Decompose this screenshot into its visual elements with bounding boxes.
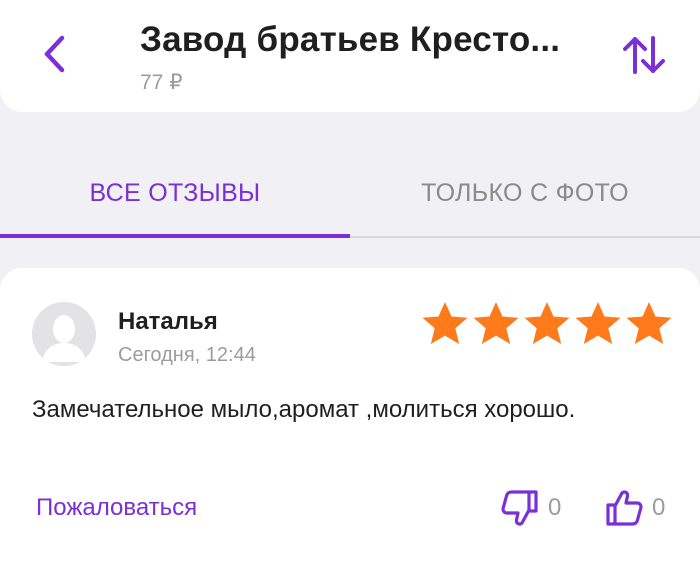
tab-photo-reviews[interactable]: ТОЛЬКО С ФОТО <box>350 150 700 236</box>
thumbs-down-icon <box>501 490 538 526</box>
sort-button[interactable] <box>616 32 672 78</box>
chevron-left-icon <box>44 35 65 73</box>
complain-link[interactable]: Пожаловаться <box>36 494 197 522</box>
like-count: 0 <box>652 494 666 521</box>
star-icon <box>422 302 468 344</box>
star-icon <box>626 302 672 344</box>
review-card: Наталья Сегодня, 12:44 Замечательное мыл… <box>0 268 700 562</box>
star-icon <box>524 302 570 344</box>
star-icon <box>473 302 519 344</box>
thumbs-up-icon <box>606 490 643 526</box>
tab-all-reviews[interactable]: ВСЕ ОТЗЫВЫ <box>0 150 350 236</box>
rating-stars <box>420 300 675 346</box>
page-title: Завод братьев Кресто... <box>140 20 561 59</box>
review-date: Сегодня, 12:44 <box>118 344 256 366</box>
product-price: 77 ₽ <box>140 71 183 94</box>
back-button[interactable] <box>30 28 78 80</box>
like-button[interactable]: 0 <box>604 486 665 530</box>
avatar <box>32 302 96 366</box>
review-tabs: ВСЕ ОТЗЫВЫ ТОЛЬКО С ФОТО <box>0 150 700 238</box>
dislike-button[interactable]: 0 <box>500 486 561 530</box>
dislike-count: 0 <box>548 494 562 521</box>
star-icon <box>575 302 621 344</box>
review-author: Наталья <box>118 308 218 335</box>
user-placeholder-icon <box>32 302 96 366</box>
review-text: Замечательное мыло,аромат ,молиться хоро… <box>32 396 576 423</box>
sort-arrows-icon <box>623 36 665 74</box>
header-bar: Завод братьев Кресто... 77 ₽ <box>0 0 700 112</box>
active-tab-indicator <box>0 234 350 238</box>
